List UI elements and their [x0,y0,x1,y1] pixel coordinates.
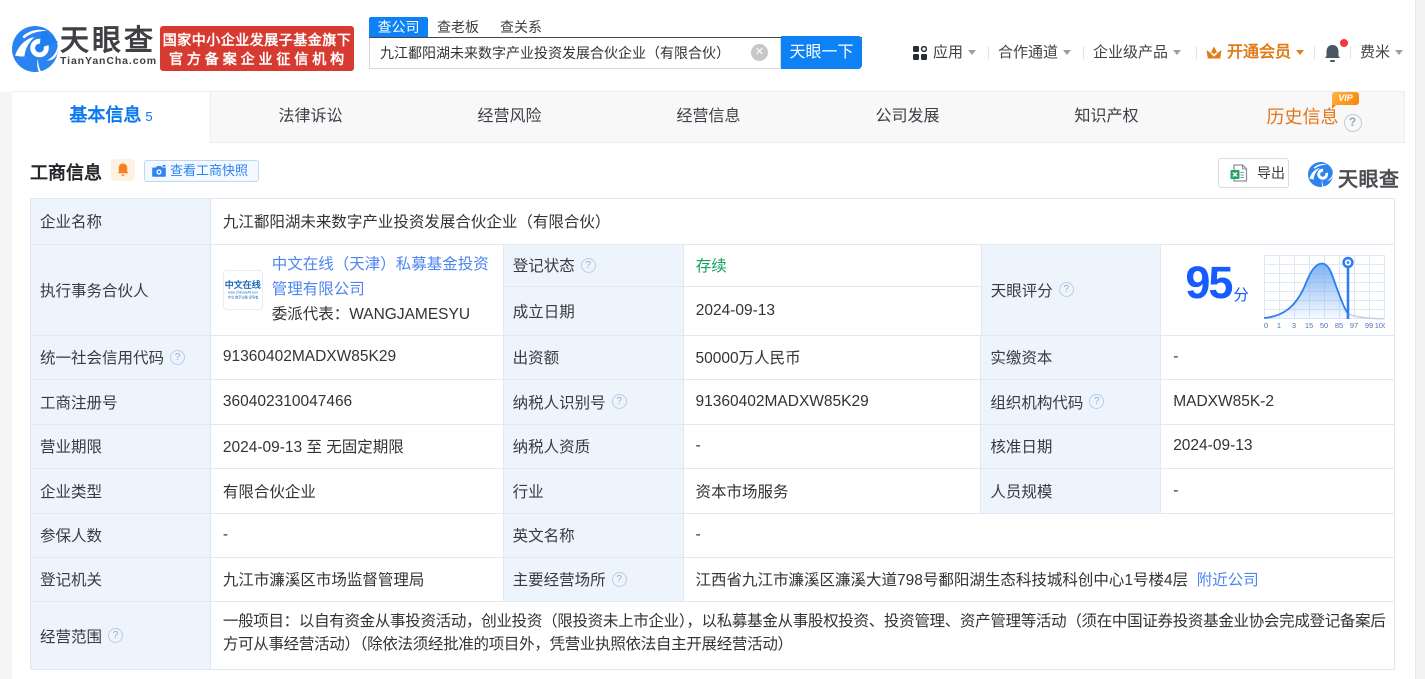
svg-text:99: 99 [1365,321,1373,329]
svg-text:100: 100 [1375,321,1385,329]
svg-text:3: 3 [1292,321,1296,329]
svg-text:1: 1 [1277,321,1281,329]
svg-text:85: 85 [1335,321,1343,329]
svg-text:50: 50 [1320,321,1328,329]
svg-text:15: 15 [1305,321,1313,329]
svg-text:0: 0 [1264,321,1268,329]
svg-text:97: 97 [1350,321,1358,329]
